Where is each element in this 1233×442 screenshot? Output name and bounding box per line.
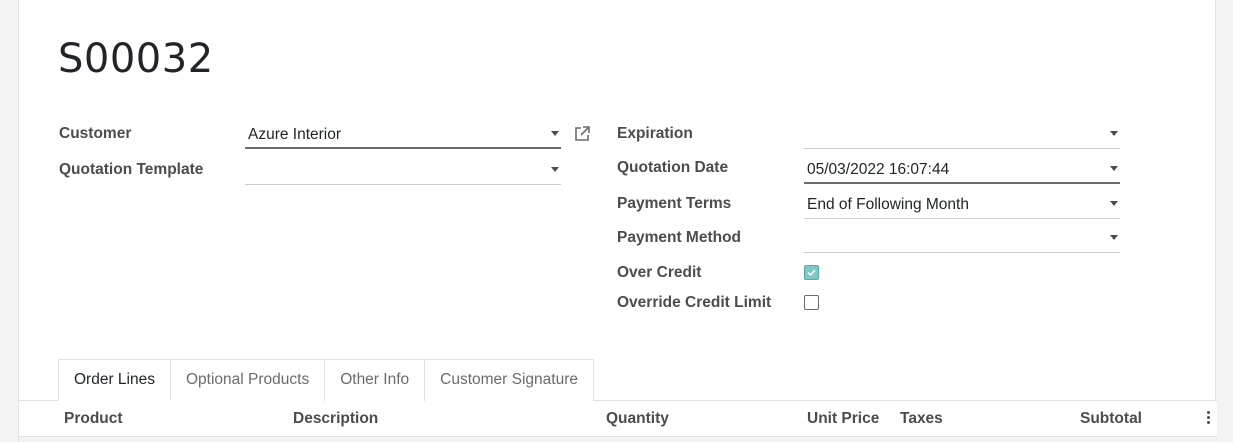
expiration-label: Expiration (617, 125, 693, 142)
override-credit-limit-label: Override Credit Limit (617, 294, 772, 311)
tab-customer-signature[interactable]: Customer Signature (424, 359, 594, 401)
payment-terms-value: End of Following Month (807, 196, 969, 213)
caret-down-icon[interactable] (551, 131, 561, 137)
column-description[interactable]: Description (293, 410, 378, 428)
override-credit-limit-checkbox[interactable] (804, 295, 819, 310)
order-lines-header: Product Description Quantity Unit Price … (19, 401, 1217, 437)
caret-down-icon[interactable] (1110, 235, 1120, 241)
kebab-icon[interactable] (1207, 411, 1211, 427)
quotation-date-label: Quotation Date (617, 159, 729, 176)
customer-label: Customer (59, 125, 132, 142)
over-credit-label: Over Credit (617, 264, 702, 281)
payment-method-label: Payment Method (617, 229, 742, 246)
form-sheet: S00032 Customer Azure Interior Quotation… (18, 0, 1217, 442)
caret-down-icon[interactable] (1110, 201, 1120, 207)
caret-down-icon[interactable] (551, 167, 561, 173)
column-unit-price[interactable]: Unit Price (807, 410, 879, 428)
external-link-icon[interactable] (573, 125, 591, 143)
check-icon (807, 269, 816, 277)
tab-optional-products[interactable]: Optional Products (169, 359, 326, 401)
caret-down-icon[interactable] (1110, 131, 1120, 137)
notebook-tabs: Order Lines Optional Products Other Info… (58, 359, 594, 401)
column-product[interactable]: Product (64, 410, 123, 428)
column-taxes[interactable]: Taxes (900, 410, 943, 428)
customer-field[interactable]: Azure Interior (245, 121, 561, 149)
column-quantity[interactable]: Quantity (606, 410, 669, 428)
order-lines-body (19, 437, 1217, 442)
payment-method-field[interactable] (804, 225, 1120, 253)
quotation-template-field[interactable] (245, 157, 561, 185)
quotation-template-label: Quotation Template (59, 161, 204, 178)
record-title: S00032 (58, 36, 214, 82)
over-credit-checkbox[interactable] (804, 265, 819, 280)
payment-terms-label: Payment Terms (617, 195, 732, 212)
tab-order-lines[interactable]: Order Lines (58, 359, 171, 401)
caret-down-icon[interactable] (1110, 166, 1120, 172)
payment-terms-field[interactable]: End of Following Month (804, 191, 1120, 219)
quotation-date-value: 05/03/2022 16:07:44 (807, 161, 950, 178)
column-subtotal[interactable]: Subtotal (1080, 410, 1142, 428)
quotation-date-field[interactable]: 05/03/2022 16:07:44 (804, 156, 1120, 184)
tab-other-info[interactable]: Other Info (324, 359, 426, 401)
expiration-field[interactable] (804, 121, 1120, 149)
customer-value: Azure Interior (248, 126, 342, 143)
